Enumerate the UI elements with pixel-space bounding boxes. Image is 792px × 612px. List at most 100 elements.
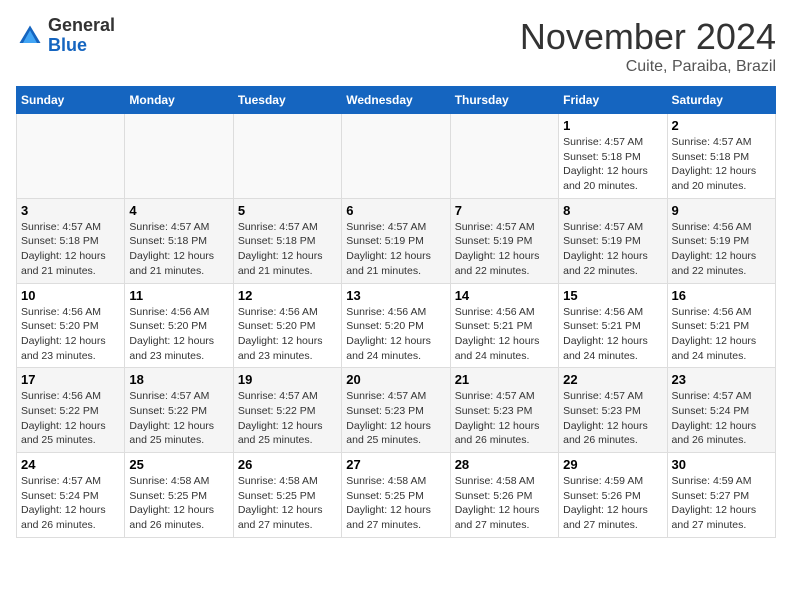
day-info: Sunrise: 4:57 AM Sunset: 5:23 PM Dayligh…	[563, 389, 662, 448]
weekday-header-sunday: Sunday	[17, 87, 125, 114]
day-cell	[342, 114, 450, 199]
day-info: Sunrise: 4:57 AM Sunset: 5:24 PM Dayligh…	[672, 389, 771, 448]
weekday-header-monday: Monday	[125, 87, 233, 114]
day-cell: 17 Sunrise: 4:56 AM Sunset: 5:22 PM Dayli…	[17, 368, 125, 453]
day-number: 30	[672, 457, 771, 472]
day-info: Sunrise: 4:56 AM Sunset: 5:22 PM Dayligh…	[21, 389, 120, 448]
day-cell: 11 Sunrise: 4:56 AM Sunset: 5:20 PM Dayli…	[125, 283, 233, 368]
day-cell: 10Sunrise: 4:56 AM Sunset: 5:20 PM Dayli…	[17, 283, 125, 368]
day-number: 5	[238, 203, 337, 218]
day-number: 2	[672, 118, 771, 133]
day-cell: 26Sunrise: 4:58 AM Sunset: 5:25 PM Dayli…	[233, 453, 341, 538]
day-number: 15	[563, 288, 662, 303]
day-cell: 20 Sunrise: 4:57 AM Sunset: 5:23 PM Dayli…	[342, 368, 450, 453]
day-info: Sunrise: 4:57 AM Sunset: 5:23 PM Dayligh…	[346, 389, 445, 448]
day-info: Sunrise: 4:57 AM Sunset: 5:18 PM Dayligh…	[21, 220, 120, 279]
logo-icon	[16, 22, 44, 50]
page-header: General Blue November 2024 Cuite, Paraib…	[16, 16, 776, 76]
day-cell: 21Sunrise: 4:57 AM Sunset: 5:23 PM Dayli…	[450, 368, 558, 453]
day-info: Sunrise: 4:57 AM Sunset: 5:22 PM Dayligh…	[129, 389, 228, 448]
day-info: Sunrise: 4:57 AM Sunset: 5:24 PM Dayligh…	[21, 474, 120, 533]
day-number: 20	[346, 372, 445, 387]
day-info: Sunrise: 4:59 AM Sunset: 5:26 PM Dayligh…	[563, 474, 662, 533]
day-cell: 8 Sunrise: 4:57 AM Sunset: 5:19 PM Daylig…	[559, 198, 667, 283]
day-info: Sunrise: 4:56 AM Sunset: 5:20 PM Dayligh…	[21, 305, 120, 364]
day-info: Sunrise: 4:56 AM Sunset: 5:20 PM Dayligh…	[129, 305, 228, 364]
day-info: Sunrise: 4:58 AM Sunset: 5:25 PM Dayligh…	[129, 474, 228, 533]
day-cell: 2Sunrise: 4:57 AM Sunset: 5:18 PM Daylig…	[667, 114, 775, 199]
day-info: Sunrise: 4:57 AM Sunset: 5:18 PM Dayligh…	[563, 135, 662, 194]
day-number: 29	[563, 457, 662, 472]
day-info: Sunrise: 4:57 AM Sunset: 5:23 PM Dayligh…	[455, 389, 554, 448]
day-cell: 25 Sunrise: 4:58 AM Sunset: 5:25 PM Dayli…	[125, 453, 233, 538]
day-cell: 7Sunrise: 4:57 AM Sunset: 5:19 PM Daylig…	[450, 198, 558, 283]
day-info: Sunrise: 4:57 AM Sunset: 5:18 PM Dayligh…	[129, 220, 228, 279]
week-row-4: 17 Sunrise: 4:56 AM Sunset: 5:22 PM Dayli…	[17, 368, 776, 453]
logo-blue-text: Blue	[48, 36, 115, 56]
day-cell: 28 Sunrise: 4:58 AM Sunset: 5:26 PM Dayli…	[450, 453, 558, 538]
day-info: Sunrise: 4:56 AM Sunset: 5:21 PM Dayligh…	[455, 305, 554, 364]
title-block: November 2024 Cuite, Paraiba, Brazil	[520, 16, 776, 76]
day-number: 17	[21, 372, 120, 387]
day-number: 4	[129, 203, 228, 218]
day-info: Sunrise: 4:57 AM Sunset: 5:22 PM Dayligh…	[238, 389, 337, 448]
day-info: Sunrise: 4:58 AM Sunset: 5:25 PM Dayligh…	[346, 474, 445, 533]
weekday-header-friday: Friday	[559, 87, 667, 114]
day-info: Sunrise: 4:57 AM Sunset: 5:18 PM Dayligh…	[238, 220, 337, 279]
calendar-table: SundayMondayTuesdayWednesdayThursdayFrid…	[16, 86, 776, 538]
day-number: 12	[238, 288, 337, 303]
day-number: 19	[238, 372, 337, 387]
day-cell: 29 Sunrise: 4:59 AM Sunset: 5:26 PM Dayli…	[559, 453, 667, 538]
day-number: 1	[563, 118, 662, 133]
day-cell: 3 Sunrise: 4:57 AM Sunset: 5:18 PM Daylig…	[17, 198, 125, 283]
logo: General Blue	[16, 16, 115, 56]
day-info: Sunrise: 4:56 AM Sunset: 5:19 PM Dayligh…	[672, 220, 771, 279]
day-cell	[17, 114, 125, 199]
day-info: Sunrise: 4:58 AM Sunset: 5:26 PM Dayligh…	[455, 474, 554, 533]
weekday-header-saturday: Saturday	[667, 87, 775, 114]
day-info: Sunrise: 4:58 AM Sunset: 5:25 PM Dayligh…	[238, 474, 337, 533]
day-number: 16	[672, 288, 771, 303]
weekday-header-tuesday: Tuesday	[233, 87, 341, 114]
logo-general-text: General	[48, 16, 115, 36]
day-number: 9	[672, 203, 771, 218]
day-number: 11	[129, 288, 228, 303]
day-cell: 4 Sunrise: 4:57 AM Sunset: 5:18 PM Daylig…	[125, 198, 233, 283]
week-row-5: 24 Sunrise: 4:57 AM Sunset: 5:24 PM Dayli…	[17, 453, 776, 538]
weekday-header-thursday: Thursday	[450, 87, 558, 114]
day-cell: 12Sunrise: 4:56 AM Sunset: 5:20 PM Dayli…	[233, 283, 341, 368]
day-info: Sunrise: 4:59 AM Sunset: 5:27 PM Dayligh…	[672, 474, 771, 533]
weekday-header-row: SundayMondayTuesdayWednesdayThursdayFrid…	[17, 87, 776, 114]
day-cell: 23 Sunrise: 4:57 AM Sunset: 5:24 PM Dayli…	[667, 368, 775, 453]
day-number: 8	[563, 203, 662, 218]
week-row-3: 10Sunrise: 4:56 AM Sunset: 5:20 PM Dayli…	[17, 283, 776, 368]
day-cell: 16Sunrise: 4:56 AM Sunset: 5:21 PM Dayli…	[667, 283, 775, 368]
day-cell: 22Sunrise: 4:57 AM Sunset: 5:23 PM Dayli…	[559, 368, 667, 453]
day-cell	[450, 114, 558, 199]
day-number: 23	[672, 372, 771, 387]
week-row-1: 1 Sunrise: 4:57 AM Sunset: 5:18 PM Daylig…	[17, 114, 776, 199]
day-number: 14	[455, 288, 554, 303]
day-info: Sunrise: 4:57 AM Sunset: 5:19 PM Dayligh…	[346, 220, 445, 279]
day-number: 25	[129, 457, 228, 472]
day-number: 7	[455, 203, 554, 218]
day-number: 27	[346, 457, 445, 472]
day-number: 28	[455, 457, 554, 472]
day-number: 3	[21, 203, 120, 218]
day-cell	[125, 114, 233, 199]
day-cell: 18 Sunrise: 4:57 AM Sunset: 5:22 PM Dayli…	[125, 368, 233, 453]
day-cell: 13Sunrise: 4:56 AM Sunset: 5:20 PM Dayli…	[342, 283, 450, 368]
day-number: 18	[129, 372, 228, 387]
day-cell: 6 Sunrise: 4:57 AM Sunset: 5:19 PM Daylig…	[342, 198, 450, 283]
day-number: 24	[21, 457, 120, 472]
day-info: Sunrise: 4:57 AM Sunset: 5:19 PM Dayligh…	[563, 220, 662, 279]
day-number: 6	[346, 203, 445, 218]
day-number: 13	[346, 288, 445, 303]
location: Cuite, Paraiba, Brazil	[520, 58, 776, 76]
day-cell: 9 Sunrise: 4:56 AM Sunset: 5:19 PM Daylig…	[667, 198, 775, 283]
weekday-header-wednesday: Wednesday	[342, 87, 450, 114]
month-title: November 2024	[520, 16, 776, 58]
day-cell: 24 Sunrise: 4:57 AM Sunset: 5:24 PM Dayli…	[17, 453, 125, 538]
day-info: Sunrise: 4:56 AM Sunset: 5:21 PM Dayligh…	[563, 305, 662, 364]
day-cell: 1 Sunrise: 4:57 AM Sunset: 5:18 PM Daylig…	[559, 114, 667, 199]
